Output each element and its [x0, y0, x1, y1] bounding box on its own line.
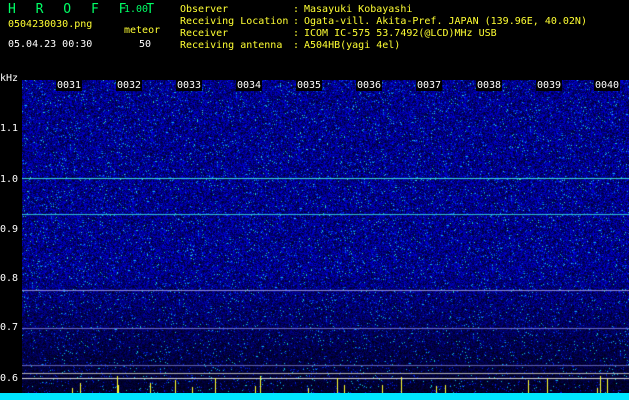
- time-tick-label: 0032: [116, 80, 143, 91]
- location-label: Receiving Location: [180, 16, 289, 27]
- antenna-value: A504HB(yagi 4el): [304, 40, 401, 51]
- time-tick-label: 0039: [536, 80, 563, 91]
- filename-label: 0504230030.png: [8, 19, 93, 30]
- datetime-label: 05.04.23 00:30: [8, 39, 93, 50]
- colon: :: [293, 40, 300, 51]
- antenna-label: Receiving antenna: [180, 40, 283, 51]
- y-tick-label: 0.9: [0, 224, 19, 235]
- observer-label: Observer: [180, 4, 229, 15]
- time-tick-label: 0033: [176, 80, 203, 91]
- receiver-label: Receiver: [180, 28, 229, 39]
- y-tick-label: 0.6: [0, 373, 19, 384]
- time-tick-label: 0031: [56, 80, 83, 91]
- mode-value: 50: [139, 39, 152, 50]
- colon: :: [293, 16, 300, 27]
- mode-label: meteor: [124, 25, 161, 36]
- time-tick-label: 0034: [236, 80, 263, 91]
- version-label: 1.00: [124, 4, 149, 15]
- location-value: Ogata-vill. Akita-Pref. JAPAN (139.96E, …: [304, 16, 587, 27]
- time-tick-label: 0040: [594, 80, 621, 91]
- y-tick-label: 1.1: [0, 123, 19, 134]
- y-tick-label: 0.8: [0, 273, 19, 284]
- colon: :: [293, 28, 300, 39]
- receiver-value: ICOM IC-575 53.7492(@LCD)MHz USB: [304, 28, 497, 39]
- y-tick-label: 1.0: [0, 174, 19, 185]
- y-tick-label: 0.7: [0, 322, 19, 333]
- time-tick-label: 0036: [356, 80, 383, 91]
- time-tick-label: 0035: [296, 80, 323, 91]
- spectrogram: [22, 80, 629, 393]
- axis-unit-label: kHz: [0, 73, 19, 84]
- observer-value: Masayuki Kobayashi: [304, 4, 413, 15]
- colon: :: [293, 4, 300, 15]
- time-tick-label: 0038: [476, 80, 503, 91]
- signal-strength-bar: [0, 393, 629, 400]
- time-tick-label: 0037: [416, 80, 443, 91]
